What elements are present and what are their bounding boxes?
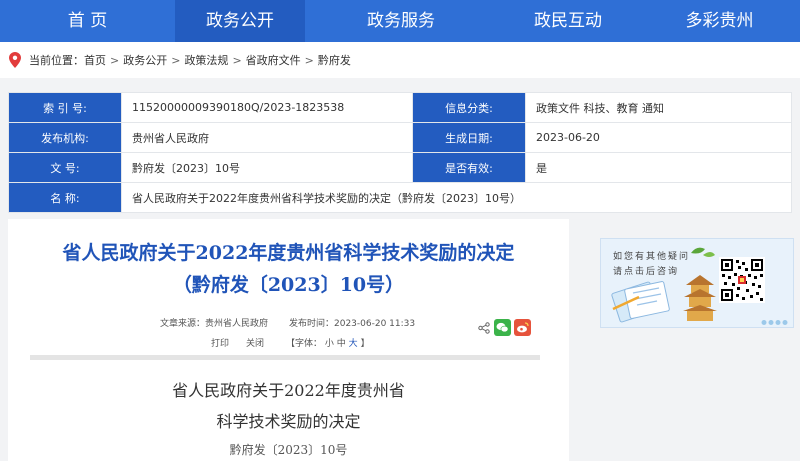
qr-code[interactable] <box>719 257 765 303</box>
table-row: 发布机构: 贵州省人民政府 生成日期: 2023-06-20 <box>8 122 792 153</box>
nav-item-government-services[interactable]: 政务服务 <box>305 0 497 42</box>
decorative-hearts-icon <box>761 320 788 325</box>
date-label: 生成日期: <box>412 122 526 153</box>
breadcrumb-item-qianfufa[interactable]: 黔府发 <box>318 52 351 68</box>
breadcrumb-separator: > <box>232 53 242 67</box>
weibo-icon[interactable] <box>514 319 531 336</box>
breadcrumb-separator: > <box>304 53 314 67</box>
table-row: 索 引 号: 11520000009390180Q/2023-1823538 信… <box>8 92 792 123</box>
nav-item-label: 政务服务 <box>367 11 435 31</box>
document-info-table: 索 引 号: 11520000009390180Q/2023-1823538 信… <box>8 92 792 213</box>
consultation-text-line2: 请点击后咨询 <box>613 267 680 277</box>
breadcrumb: 当前位置： 首页 > 政务公开 > 政策法规 > 省政府文件 > 黔府发 <box>0 42 800 78</box>
validity-label: 是否有效: <box>412 152 526 183</box>
breadcrumb-item-policies[interactable]: 政策法规 <box>184 52 228 68</box>
body-title-line1: 省人民政府关于2022年度贵州省 <box>172 381 405 400</box>
article-publish-time: 发布时间：2023-06-20 11:33 <box>289 319 416 329</box>
index-number-value: 11520000009390180Q/2023-1823538 <box>121 92 413 123</box>
nav-item-public-interaction[interactable]: 政民互动 <box>497 0 639 42</box>
document-name-label: 名 称: <box>8 182 122 213</box>
font-size-small[interactable]: 小 <box>325 339 334 349</box>
body-title-line2: 科学技术奖励的决定 <box>216 412 361 431</box>
issuer-label: 发布机构: <box>8 122 122 153</box>
wechat-icon[interactable] <box>494 319 511 336</box>
category-value: 政策文件 科技、教育 通知 <box>525 92 792 123</box>
nav-item-colorful-guizhou[interactable]: 多彩贵州 <box>639 0 800 42</box>
article-title-line2: （黔府发〔2023〕10号） <box>172 274 405 296</box>
divider <box>30 355 540 360</box>
document-number-label: 文 号: <box>8 152 122 183</box>
map-pin-icon <box>9 52 21 68</box>
share-icon[interactable] <box>478 322 490 334</box>
nav-item-label: 多彩贵州 <box>685 11 754 31</box>
category-label: 信息分类: <box>412 92 526 123</box>
font-size-medium[interactable]: 中 <box>337 339 346 349</box>
breadcrumb-separator: > <box>171 53 181 67</box>
article-source: 文章来源：贵州省人民政府 <box>160 319 269 329</box>
body-document-number: 黔府发〔2023〕10号 <box>229 443 348 457</box>
table-row: 名 称: 省人民政府关于2022年度贵州省科学技术奖励的决定（黔府发〔2023〕… <box>8 182 792 213</box>
top-nav: 首 页 政务公开 政务服务 政民互动 多彩贵州 <box>0 0 800 42</box>
breadcrumb-prefix: 当前位置： <box>29 54 84 67</box>
font-size-prefix: 【字体： <box>286 339 323 349</box>
nav-item-home[interactable]: 首 页 <box>0 0 175 42</box>
pavilion-illustration-icon <box>683 247 717 321</box>
print-link[interactable]: 打印 <box>211 336 229 349</box>
font-size-control: 【字体： 小 中 大 】 <box>286 336 370 349</box>
validity-value: 是 <box>525 152 792 183</box>
nav-item-label: 首 页 <box>67 11 108 31</box>
breadcrumb-item-provincial-documents[interactable]: 省政府文件 <box>246 52 301 68</box>
consultation-text-line1: 如您有其他疑问 <box>613 252 691 262</box>
breadcrumb-separator: > <box>110 53 120 67</box>
nav-item-label: 政务公开 <box>206 11 274 31</box>
nav-item-government-affairs-disclosure[interactable]: 政务公开 <box>175 0 305 42</box>
breadcrumb-item-home[interactable]: 首页 <box>84 52 106 68</box>
close-link[interactable]: 关闭 <box>246 336 264 349</box>
index-number-label: 索 引 号: <box>8 92 122 123</box>
nav-item-label: 政民互动 <box>534 11 602 31</box>
document-number-value: 黔府发〔2023〕10号 <box>121 152 413 183</box>
table-row: 文 号: 黔府发〔2023〕10号 是否有效: 是 <box>8 152 792 183</box>
issuer-value: 贵州省人民政府 <box>121 122 413 153</box>
document-illustration-icon <box>611 281 670 323</box>
article-title-line1: 省人民政府关于2022年度贵州省科学技术奖励的决定 <box>62 242 515 264</box>
breadcrumb-item-government-affairs[interactable]: 政务公开 <box>123 52 167 68</box>
font-size-large[interactable]: 大 <box>349 339 358 349</box>
consultation-panel[interactable]: 如您有其他疑问 请点击后咨询 <box>600 238 794 328</box>
document-name-value: 省人民政府关于2022年度贵州省科学技术奖励的决定（黔府发〔2023〕10号） <box>121 182 792 213</box>
date-value: 2023-06-20 <box>525 122 792 153</box>
font-size-suffix: 】 <box>360 339 370 349</box>
